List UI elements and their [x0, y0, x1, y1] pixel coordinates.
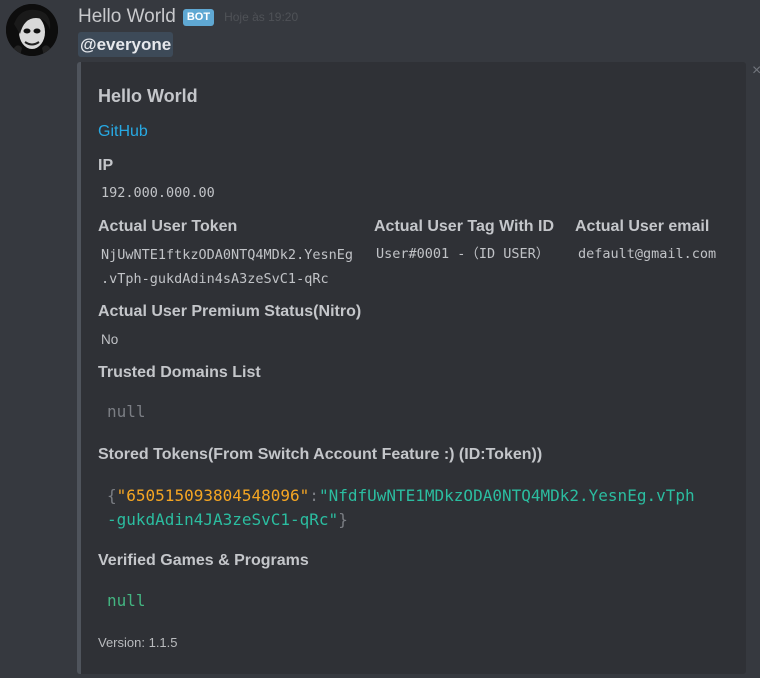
- field-ip-value: 192.000.000.00: [101, 185, 215, 201]
- stored-tokens-code: {"650515093804548096":"NfdfUwNTE1MDkzODA…: [107, 484, 695, 532]
- field-email-value: default@gmail.com: [578, 246, 717, 262]
- field-games-value: null: [107, 591, 146, 610]
- field-token-value-line2: .vTph-gukdAdin4sA3zeSvC1-qRc: [101, 271, 329, 287]
- field-tag-value: User#0001 -（ID USER）: [376, 246, 550, 262]
- json-key: "650515093804548096": [116, 486, 310, 505]
- field-tag-name: Actual User Tag With ID: [374, 218, 555, 235]
- json-close-brace: }: [338, 510, 348, 529]
- everyone-mention[interactable]: @everyone: [78, 32, 174, 57]
- embed-footer: Version: 1.1.5: [98, 635, 178, 650]
- bot-tag: BOT: [182, 8, 215, 26]
- message-header: Hello World BOT Hoje às 19:20: [78, 5, 298, 29]
- json-value-line1: "NfdfUwNTE1MDkzODA0NTQ4MDk2.YesnEg.vTph: [318, 486, 695, 505]
- field-ip-name: IP: [98, 157, 114, 174]
- embed: Hello World GitHub IP 192.000.000.00 Act…: [77, 62, 746, 674]
- github-link[interactable]: GitHub: [98, 123, 148, 141]
- stored-tokens-line2: -gukdAdin4JA3zeSvC1-qRc"}: [107, 508, 695, 532]
- field-email-name: Actual User email: [575, 218, 710, 235]
- stored-tokens-line1: {"650515093804548096":"NfdfUwNTE1MDkzODA…: [107, 484, 695, 508]
- field-games-name: Verified Games & Programs: [98, 552, 309, 569]
- field-token-value-line1: NjUwNTE1ftkzODA0NTQ4MDk2.YesnEg: [101, 247, 353, 263]
- json-colon: :: [309, 486, 319, 505]
- json-value-line2: -gukdAdin4JA3zeSvC1-qRc": [107, 510, 339, 529]
- field-token-name: Actual User Token: [98, 218, 238, 235]
- username[interactable]: Hello World: [78, 6, 176, 28]
- json-open-brace: {: [107, 486, 117, 505]
- field-premium-value: No: [101, 332, 119, 347]
- close-icon[interactable]: ×: [752, 62, 760, 80]
- field-trusted-name: Trusted Domains List: [98, 364, 261, 381]
- field-premium-name: Actual User Premium Status(Nitro): [98, 303, 362, 320]
- timestamp: Hoje às 19:20: [224, 10, 299, 24]
- avatar[interactable]: [6, 4, 58, 56]
- embed-title: Hello World: [98, 86, 198, 106]
- field-stored-name: Stored Tokens(From Switch Account Featur…: [98, 446, 543, 463]
- field-trusted-value: null: [107, 402, 146, 421]
